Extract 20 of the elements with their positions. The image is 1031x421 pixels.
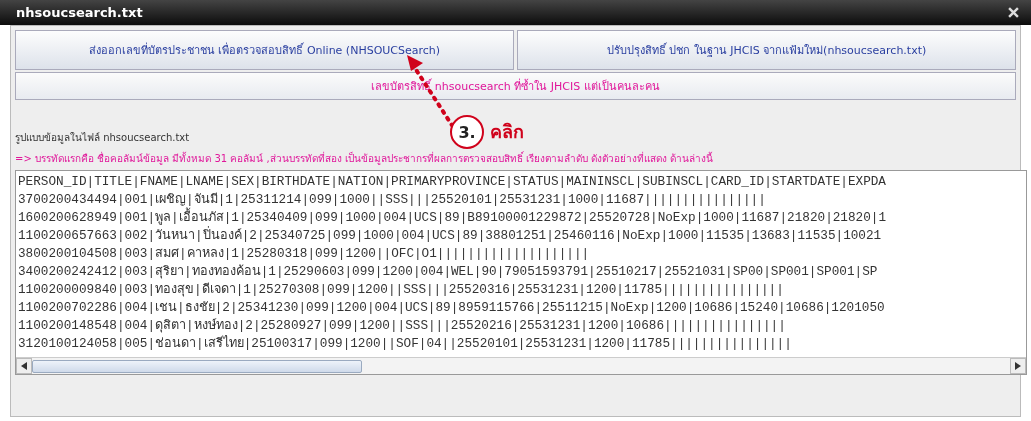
file-line: 1600200628949|001|พูล|เอื้อนภัส|1|25340409|099|1000|004|UCS|89|B89100001229872|25520728|NoExp|1000|11687|21820|21820|1: [18, 209, 1024, 227]
file-line: 3120100124058|005|ช่อนดา|เสรีไทย|25100317|099|1200||SOF|04||25520101|25531231|1200|11785||||||||||||||||: [18, 335, 793, 353]
file-line: 3800200104508|003|สมศ|คาหลง|1|25280318|099|1200||OFC|O1||||||||||||||||||||: [18, 245, 591, 263]
click-label: คลิก: [490, 120, 524, 144]
format-label: รูปแบบข้อมูลในไฟล์ nhsoucsearch.txt: [15, 131, 190, 145]
scroll-left-icon[interactable]: [21, 362, 27, 370]
file-line: 1100200148548|004|ดุสิตา|หงษ์ทอง|2|25280927|099|1200||SSS|||25520216|25531231|1200|10686||||||||||||||||: [18, 317, 787, 335]
window-title: nhsoucsearch.txt: [16, 5, 143, 20]
file-line: PERSON_ID|TITLE|FNAME|LNAME|SEX|BIRTHDATE|NATION|PRIMARYPROVINCE|STATUS|MAININSCL|SUBINSCL|CARD_ID|STARTDATE|EXPDA: [18, 173, 887, 191]
file-line: 1100200702286|004|เชน|ธงชัย|2|25341230|099|1200|004|UCS|89|8959115766|25511215|NoExp|1200|10686|15240|10686|1201050: [18, 299, 886, 317]
file-line: 1100200009840|003|ทองสุข|ดีเจดา|1|25270308|099|1200||SSS|||25520316|25531231|1200|11785||||||||||||||||: [18, 281, 785, 299]
action-button[interactable]: ปรับปรุงสิทธิ์ ปชก ในฐาน JHCIS จากแฟ้มใหม่(nhsoucsearch.txt): [517, 30, 1016, 70]
file-line: 3400200242412|003|สุริยา|ทองทองค้อน|1|25290603|099|1200|004|WEL|90|79051593791|25510217|25521031|SP00|SP001|SP001|SP: [18, 263, 879, 281]
close-icon[interactable]: [1008, 7, 1019, 18]
horizontal-scrollbar[interactable]: [16, 357, 1026, 374]
duplicate-id-button[interactable]: เลขบัตรสิทธิ์ nhsoucsearch ที่ซ้ำใน JHCIS แต่เป็นคนละคน: [15, 72, 1016, 100]
file-line: 3700200434494|001|เผชิญ|จันมี|1|25311214|099|1000||SSS|||25520101|25531231|1000|11687||||||||||||||||: [18, 191, 767, 207]
scroll-right-icon[interactable]: [1015, 362, 1021, 370]
action-button[interactable]: ส่งออกเลขที่บัตรประชาชน เพื่อตรวจสอบสิทธิ์ Online (NHSOUCSearch): [15, 30, 514, 70]
format-note: => บรรทัดแรกคือ ชื่อคอลัมน์ข้อมูล มีทั้งหมด 31 คอลัมน์ ,ส่วนบรรทัดที่สอง เป็นข้อมูลประชากรที่ผลการตรวจสอบสิทธิ์ เรียงตามลำดับ ดังตัวอย่างที่แสดง ด้านล่างนี้: [15, 151, 714, 166]
